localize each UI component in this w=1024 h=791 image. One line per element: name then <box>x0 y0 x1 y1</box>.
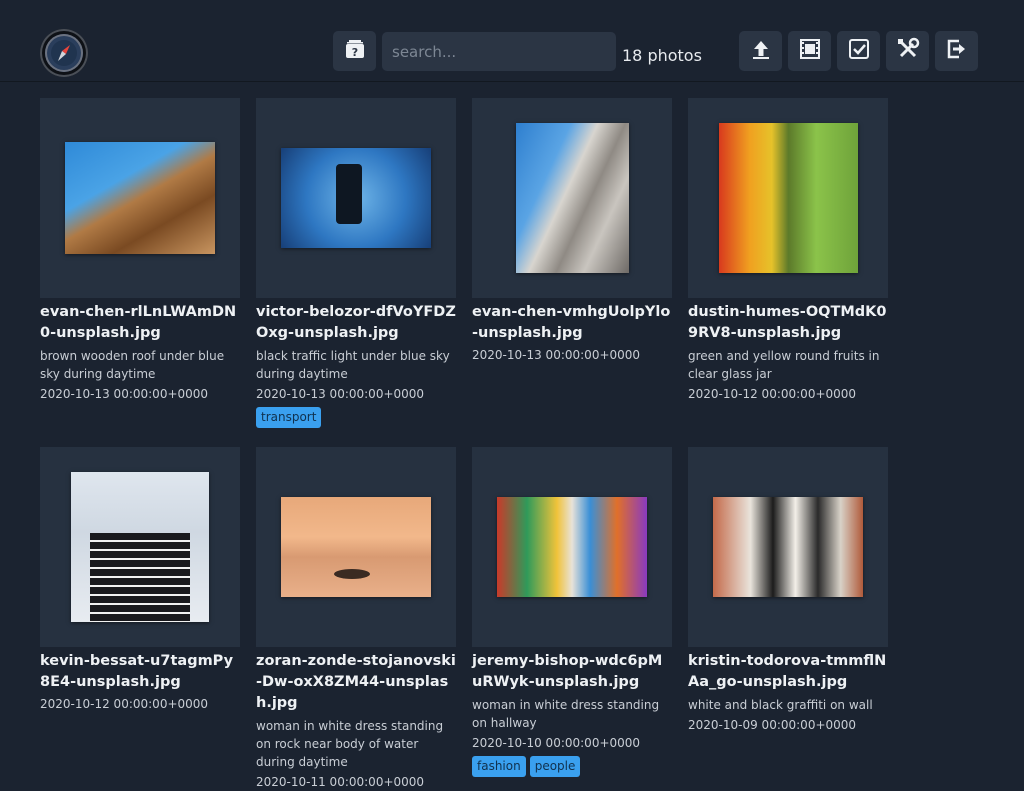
random-photo-icon: ? <box>344 38 366 64</box>
slideshow-icon <box>799 38 821 64</box>
photo-description: black traffic light under blue sky durin… <box>256 349 450 381</box>
settings-button[interactable] <box>886 31 929 71</box>
tag-badge[interactable]: transport <box>256 407 322 428</box>
photo-card[interactable]: kristin-todorova-tmmflNAa_go-unsplash.jp… <box>688 447 888 734</box>
photo-date: 2020-10-12 00:00:00+0000 <box>40 697 209 711</box>
logo-icon[interactable] <box>40 29 88 77</box>
photo-card[interactable]: evan-chen-vmhgUolpYlo-unsplash.jpg 2020-… <box>472 98 672 364</box>
select-button[interactable] <box>837 31 880 71</box>
photo-description: brown wooden roof under blue sky during … <box>40 349 225 381</box>
photo-date: 2020-10-13 00:00:00+0000 <box>256 387 425 401</box>
photo-thumbnail[interactable] <box>688 447 888 647</box>
photo-card[interactable]: zoran-zonde-stojanovski-Dw-oxX8ZM44-unsp… <box>256 447 456 791</box>
photo-date: 2020-10-11 00:00:00+0000 <box>256 775 425 789</box>
photo-thumbnail[interactable] <box>256 447 456 647</box>
search-input[interactable] <box>382 32 616 71</box>
random-photo-button[interactable]: ? <box>333 31 376 71</box>
svg-text:?: ? <box>351 46 357 59</box>
logout-button[interactable] <box>935 31 978 71</box>
logout-icon <box>946 38 968 64</box>
photo-filename[interactable]: victor-belozor-dfVoYFDZOxg-unsplash.jpg <box>256 302 456 344</box>
photo-filename[interactable]: evan-chen-rlLnLWAmDN0-unsplash.jpg <box>40 302 240 344</box>
photo-thumbnail[interactable] <box>256 98 456 298</box>
photo-tags: transport <box>256 407 456 428</box>
photo-date: 2020-10-10 00:00:00+0000 <box>472 736 641 750</box>
photo-card[interactable]: kevin-bessat-u7tagmPy8E4-unsplash.jpg 20… <box>40 447 240 713</box>
photo-filename[interactable]: kevin-bessat-u7tagmPy8E4-unsplash.jpg <box>40 651 240 693</box>
photo-count: 18 photos <box>622 46 702 65</box>
photo-filename[interactable]: jeremy-bishop-wdc6pMuRWyk-unsplash.jpg <box>472 651 672 693</box>
photo-description: white and black graffiti on wall <box>688 698 873 712</box>
photo-card[interactable]: evan-chen-rlLnLWAmDN0-unsplash.jpg brown… <box>40 98 240 403</box>
upload-button[interactable] <box>739 31 782 71</box>
upload-icon <box>750 38 772 64</box>
photo-thumbnail[interactable] <box>472 98 672 298</box>
photo-description: woman in white dress standing on hallway <box>472 698 660 730</box>
tag-badge[interactable]: fashion <box>472 756 526 777</box>
photo-thumbnail[interactable] <box>688 98 888 298</box>
photo-date: 2020-10-13 00:00:00+0000 <box>40 387 209 401</box>
settings-icon <box>896 37 920 65</box>
select-icon <box>848 38 870 64</box>
photo-thumbnail[interactable] <box>472 447 672 647</box>
photo-tags: fashion people <box>472 756 672 777</box>
photo-card[interactable]: victor-belozor-dfVoYFDZOxg-unsplash.jpg … <box>256 98 456 428</box>
photo-filename[interactable]: evan-chen-vmhgUolpYlo-unsplash.jpg <box>472 302 672 344</box>
photo-date: 2020-10-13 00:00:00+0000 <box>472 348 641 362</box>
photo-card[interactable]: jeremy-bishop-wdc6pMuRWyk-unsplash.jpg w… <box>472 447 672 777</box>
photo-filename[interactable]: kristin-todorova-tmmflNAa_go-unsplash.jp… <box>688 651 888 693</box>
photo-filename[interactable]: zoran-zonde-stojanovski-Dw-oxX8ZM44-unsp… <box>256 651 456 714</box>
photo-filename[interactable]: dustin-humes-OQTMdK09RV8-unsplash.jpg <box>688 302 888 344</box>
photo-date: 2020-10-12 00:00:00+0000 <box>688 387 857 401</box>
photo-thumbnail[interactable] <box>40 447 240 647</box>
photo-date: 2020-10-09 00:00:00+0000 <box>688 718 857 732</box>
photo-description: woman in white dress standing on rock ne… <box>256 719 444 769</box>
photo-card[interactable]: dustin-humes-OQTMdK09RV8-unsplash.jpg gr… <box>688 98 888 403</box>
tag-badge[interactable]: people <box>529 756 581 777</box>
photo-description: green and yellow round fruits in clear g… <box>688 349 880 381</box>
slideshow-button[interactable] <box>788 31 831 71</box>
top-bar: ? 18 photos <box>0 0 1024 82</box>
photo-thumbnail[interactable] <box>40 98 240 298</box>
